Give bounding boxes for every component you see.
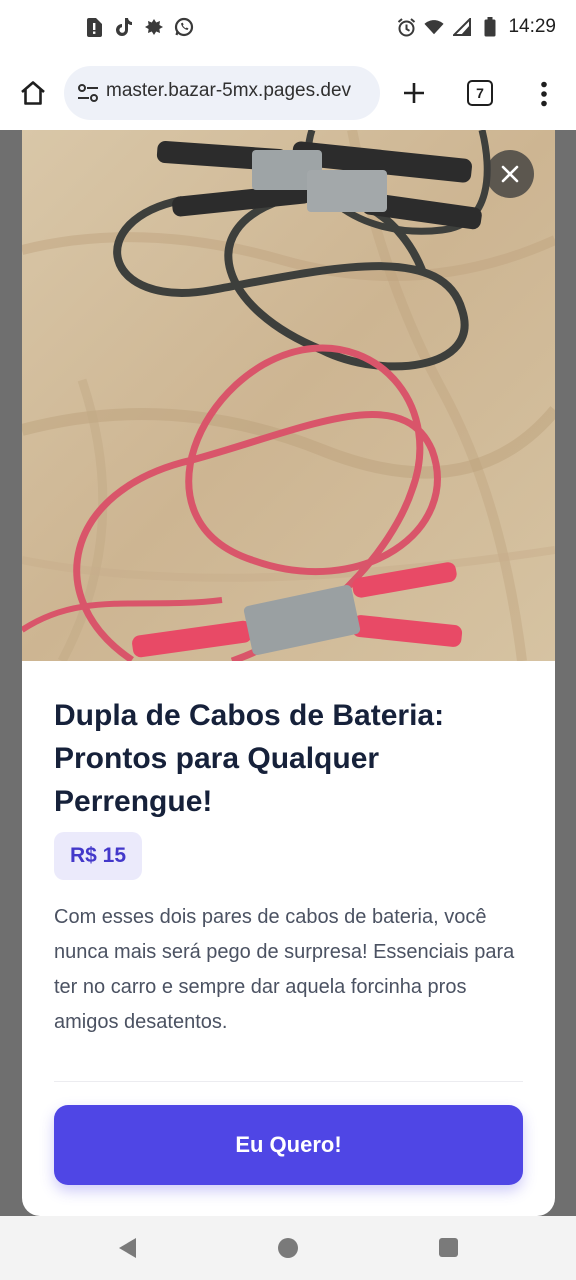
close-button[interactable]	[486, 150, 534, 198]
product-modal: Dupla de Cabos de Bateria: Prontos para …	[22, 130, 555, 1216]
new-tab-icon[interactable]	[396, 75, 432, 111]
status-time: 14:29	[508, 16, 556, 37]
wifi-icon	[424, 16, 444, 38]
signal-icon	[452, 16, 472, 38]
buy-button[interactable]: Eu Quero!	[54, 1105, 523, 1185]
status-bar: 14:29	[0, 0, 576, 58]
site-settings-icon[interactable]	[76, 81, 100, 105]
address-bar[interactable]: master.bazar-5mx.pages.dev	[64, 66, 380, 120]
price-badge: R$ 15	[54, 832, 143, 880]
close-icon	[501, 165, 519, 183]
alarm-icon	[396, 16, 416, 38]
back-icon[interactable]	[116, 1236, 138, 1265]
recent-apps-icon[interactable]	[439, 1238, 458, 1257]
status-system: 14:29	[396, 16, 556, 38]
home-nav-icon[interactable]	[278, 1238, 298, 1258]
system-nav-bar	[0, 1216, 576, 1280]
notification-icon	[84, 16, 104, 38]
status-notifications	[84, 16, 194, 38]
tabs-icon[interactable]: 7	[467, 80, 493, 106]
app-icon	[144, 16, 164, 38]
browser-toolbar: master.bazar-5mx.pages.dev 7	[0, 58, 576, 130]
url-text: master.bazar-5mx.pages.dev	[106, 80, 352, 101]
home-icon[interactable]	[14, 74, 52, 112]
tiktok-icon	[114, 16, 134, 38]
whatsapp-icon	[174, 16, 194, 38]
product-title: Dupla de Cabos de Bateria: Prontos para …	[54, 699, 445, 818]
divider	[54, 1081, 523, 1082]
battery-icon	[480, 16, 500, 38]
product-description: Com esses dois pares de cabos de bateria…	[54, 906, 515, 1033]
product-image	[22, 130, 555, 661]
more-icon[interactable]	[530, 76, 558, 112]
